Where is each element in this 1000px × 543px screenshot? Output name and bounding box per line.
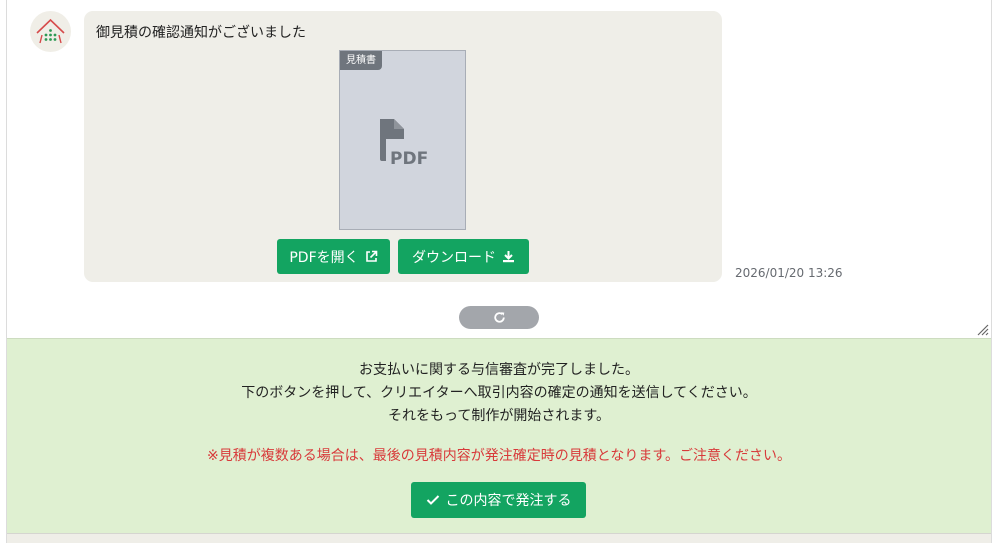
- company-logo-icon: [36, 18, 65, 44]
- avatar: [30, 11, 71, 52]
- message-bubble: 御見積の確認通知がございました 見積書 PDF PDFを開く ダウンロード: [84, 11, 722, 282]
- check-icon: [426, 495, 439, 505]
- attachment-tag: 見積書: [340, 51, 382, 70]
- confirm-order-button[interactable]: この内容で発注する: [411, 482, 586, 518]
- pdf-thumbnail[interactable]: 見積書 PDF: [339, 50, 466, 230]
- download-label: ダウンロード: [412, 249, 496, 266]
- frame-border-right: [991, 0, 992, 543]
- refresh-icon: [493, 312, 505, 323]
- message-text: 御見積の確認通知がございました: [96, 25, 306, 41]
- open-pdf-label: PDFを開く: [289, 249, 359, 266]
- estimate-warning: ※見積が複数ある場合は、最後の見積内容が発注確定時の見積となります。ご注意くださ…: [207, 448, 791, 464]
- pdf-file-icon: PDF: [380, 119, 428, 167]
- confirm-message-line-1: お支払いに関する与信審査が完了しました。: [359, 362, 639, 378]
- external-link-icon: [365, 250, 377, 262]
- pdf-icon-label: PDF: [390, 149, 428, 167]
- message-timestamp: 2026/01/20 13:26: [735, 266, 843, 280]
- download-button[interactable]: ダウンロード: [398, 239, 529, 274]
- resize-grip-icon[interactable]: [975, 322, 989, 336]
- download-icon: [503, 251, 514, 263]
- confirm-order-label: この内容で発注する: [445, 493, 572, 509]
- bottom-strip: [7, 533, 991, 543]
- refresh-button[interactable]: [459, 306, 539, 329]
- confirm-message-line-3: それをもって制作が開始されます。: [388, 408, 610, 424]
- open-pdf-button[interactable]: PDFを開く: [277, 239, 390, 274]
- order-confirm-panel: お支払いに関する与信審査が完了しました。 下のボタンを押して、クリエイターへ取引…: [7, 338, 991, 533]
- confirm-message-line-2: 下のボタンを押して、クリエイターへ取引内容の確定の通知を送信してください。: [241, 385, 757, 401]
